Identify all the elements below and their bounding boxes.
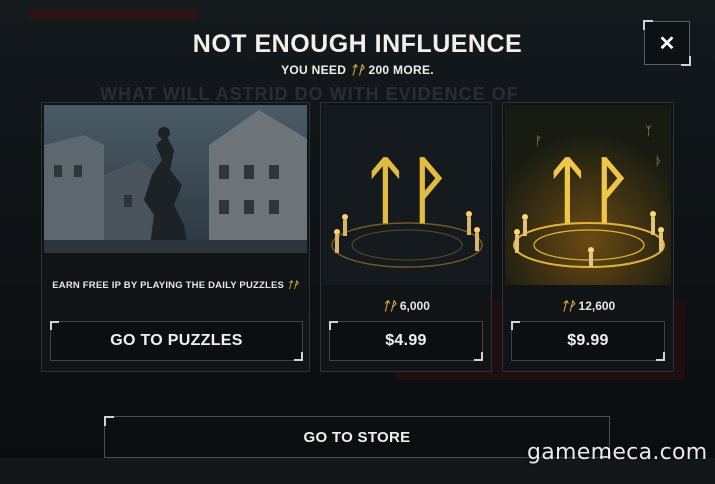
puzzles-card: EARN FREE IP BY PLAYING THE DAILY PUZZLE… [41,102,310,372]
ip-bundle-small-image: ᛏᚹ [323,105,489,285]
town-statue-illustration [44,105,307,253]
ip-bundle-large-image: ᛏᚹ ᚠ ᛉ ᚦ [505,105,671,285]
modal-subtitle: YOU NEED ᛏᚹ 200 MORE. [0,63,715,77]
town-statue-image [44,105,307,253]
svg-text:ᚠ: ᚠ [535,134,542,148]
svg-text:ᛉ: ᛉ [645,124,652,138]
svg-text:ᚦ: ᚦ [655,154,662,168]
ip-amount-6000: ᛏᚹ 6,000 [382,299,430,313]
ip-currency-icon: ᛏᚹ [560,299,576,313]
ip-runes-small-illustration: ᛏᚹ [323,105,489,285]
buy-499-button[interactable]: $4.99 [329,321,483,361]
ip-bundle-large-card: ᛏᚹ ᚠ ᛉ ᚦ ᛏᚹ 12,600 $9.99 [502,102,674,372]
subtitle-suffix: MORE. [393,63,434,77]
ip-runes-large-illustration: ᛏᚹ ᚠ ᛉ ᚦ [505,105,671,285]
ip-currency-icon: ᛏᚹ [349,63,365,77]
svg-text:ᛏᚹ: ᛏᚹ [546,148,632,232]
ip-currency-icon: ᛏᚹ [382,299,397,313]
ip-amount-12600: ᛏᚹ 12,600 [560,299,616,313]
go-to-puzzles-button[interactable]: GO TO PUZZLES [50,321,303,361]
close-icon: ✕ [658,32,676,55]
puzzles-caption: EARN FREE IP BY PLAYING THE DAILY PUZZLE… [52,280,299,291]
subtitle-amount: 200 [368,63,390,77]
close-button[interactable]: ✕ [643,20,691,66]
background-red-accent [28,10,198,20]
watermark-text: gamemeca.com [527,440,708,465]
modal-title: NOT ENOUGH INFLUENCE [192,30,523,58]
buy-999-button[interactable]: $9.99 [511,321,665,361]
ip-currency-icon: ᛏᚹ [286,280,299,291]
svg-text:ᛏᚹ: ᛏᚹ [364,148,450,232]
subtitle-prefix: YOU NEED [281,63,347,77]
ip-bundle-small-card: ᛏᚹ ᛏᚹ 6,000 $4.99 [320,102,492,372]
